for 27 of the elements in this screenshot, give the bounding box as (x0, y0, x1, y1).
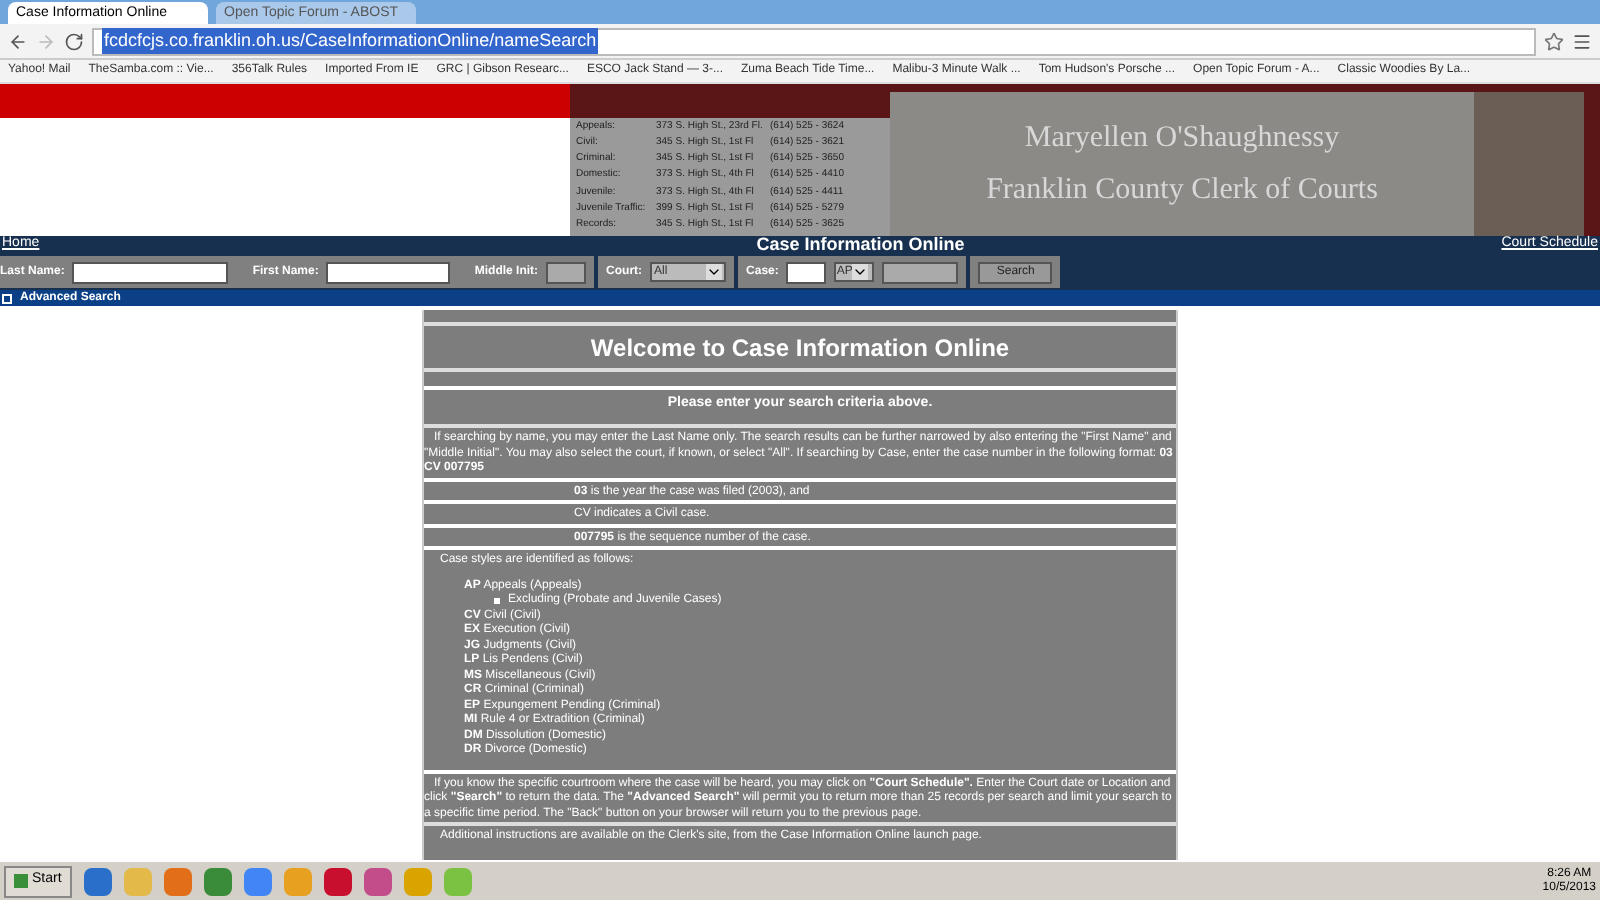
taskbar-app-icon[interactable] (323, 867, 352, 895)
photo-placeholder (1474, 92, 1584, 236)
caret-icon (852, 264, 869, 280)
first-name-field[interactable] (326, 261, 451, 283)
office-title: Franklin County Clerk of Courts (986, 172, 1378, 210)
taskbar-app-icon[interactable] (243, 867, 272, 895)
address-field[interactable]: fcdcfcjs.co.franklin.oh.us/CaseInformationOnline/nameSearch (92, 27, 1536, 55)
star-icon[interactable] (1544, 31, 1564, 51)
back-icon[interactable] (8, 31, 28, 51)
taskbar-app-icon[interactable] (203, 867, 232, 895)
expand-icon[interactable] (2, 293, 12, 303)
middle-init-field[interactable] (546, 261, 587, 283)
case-number-field[interactable] (882, 261, 959, 283)
welcome-heading: Welcome to Case Information Online (590, 334, 1010, 362)
taskbar-app-icon[interactable] (363, 867, 392, 895)
windows-icon (14, 874, 28, 888)
case-year-field[interactable] (786, 261, 827, 283)
forward-icon[interactable] (36, 31, 56, 51)
last-name-field[interactable] (72, 261, 229, 283)
taskbar-app-icon[interactable] (163, 867, 192, 895)
page-title: Case Information Online (756, 231, 965, 258)
bullet-icon (494, 598, 500, 605)
taskbar-app-icon[interactable] (83, 867, 112, 895)
clerk-name: Maryellen O'Shaughnessy (1024, 119, 1340, 157)
caret-icon (706, 264, 723, 280)
menu-icon[interactable] (1572, 31, 1592, 51)
reload-icon[interactable] (64, 31, 84, 51)
